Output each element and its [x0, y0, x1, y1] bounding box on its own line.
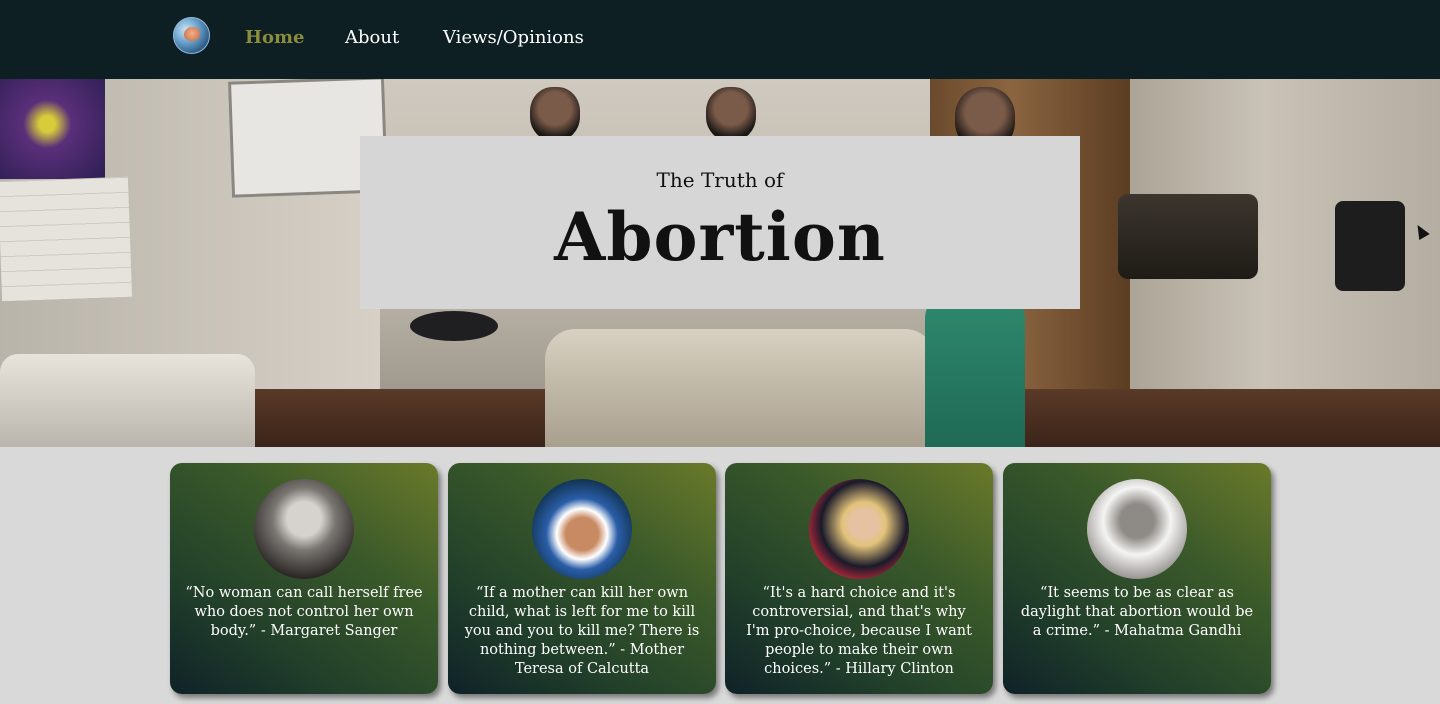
- portrait-avatar: [532, 479, 632, 579]
- site-logo-icon[interactable]: [173, 17, 210, 54]
- nav-views-opinions-link[interactable]: Views/Opinions: [443, 27, 584, 48]
- hero-cabinet: [0, 354, 255, 447]
- portrait-avatar: [254, 479, 354, 579]
- quote-text: “It seems to be as clear as daylight tha…: [1020, 585, 1254, 639]
- hero-calendar: [0, 176, 133, 302]
- quote-card: “It seems to be as clear as daylight tha…: [1003, 463, 1271, 694]
- quote-card: “It's a hard choice and it's controversi…: [725, 463, 993, 694]
- hero-person: [530, 87, 580, 141]
- nav-home-link[interactable]: Home: [245, 27, 305, 48]
- portrait-avatar: [809, 479, 909, 579]
- quote-text: “It's a hard choice and it's controversi…: [746, 585, 972, 677]
- quote-text: “No woman can call herself free who does…: [185, 585, 423, 639]
- hero-title: Abortion: [554, 198, 886, 276]
- hero-person: [706, 87, 756, 141]
- hero-subtitle: The Truth of: [656, 168, 784, 192]
- hero-banner: The Truth of Abortion: [0, 79, 1440, 447]
- hero-exam-table: [545, 329, 935, 447]
- nav-about-link[interactable]: About: [345, 27, 399, 48]
- hero-staff-scrubs: [925, 289, 1025, 447]
- top-navbar: Home About Views/Opinions: [0, 0, 1440, 79]
- hero-poster: [0, 79, 105, 179]
- quote-card: “No woman can call herself free who does…: [170, 463, 438, 694]
- quote-text: “If a mother can kill her own child, wha…: [464, 585, 700, 677]
- hero-medical-machine: [1118, 194, 1258, 279]
- hero-wall-phone: [1335, 201, 1405, 291]
- hero-title-box: The Truth of Abortion: [360, 136, 1080, 309]
- hero-stool: [410, 311, 498, 341]
- portrait-avatar: [1087, 479, 1187, 579]
- quote-card: “If a mother can kill her own child, wha…: [448, 463, 716, 694]
